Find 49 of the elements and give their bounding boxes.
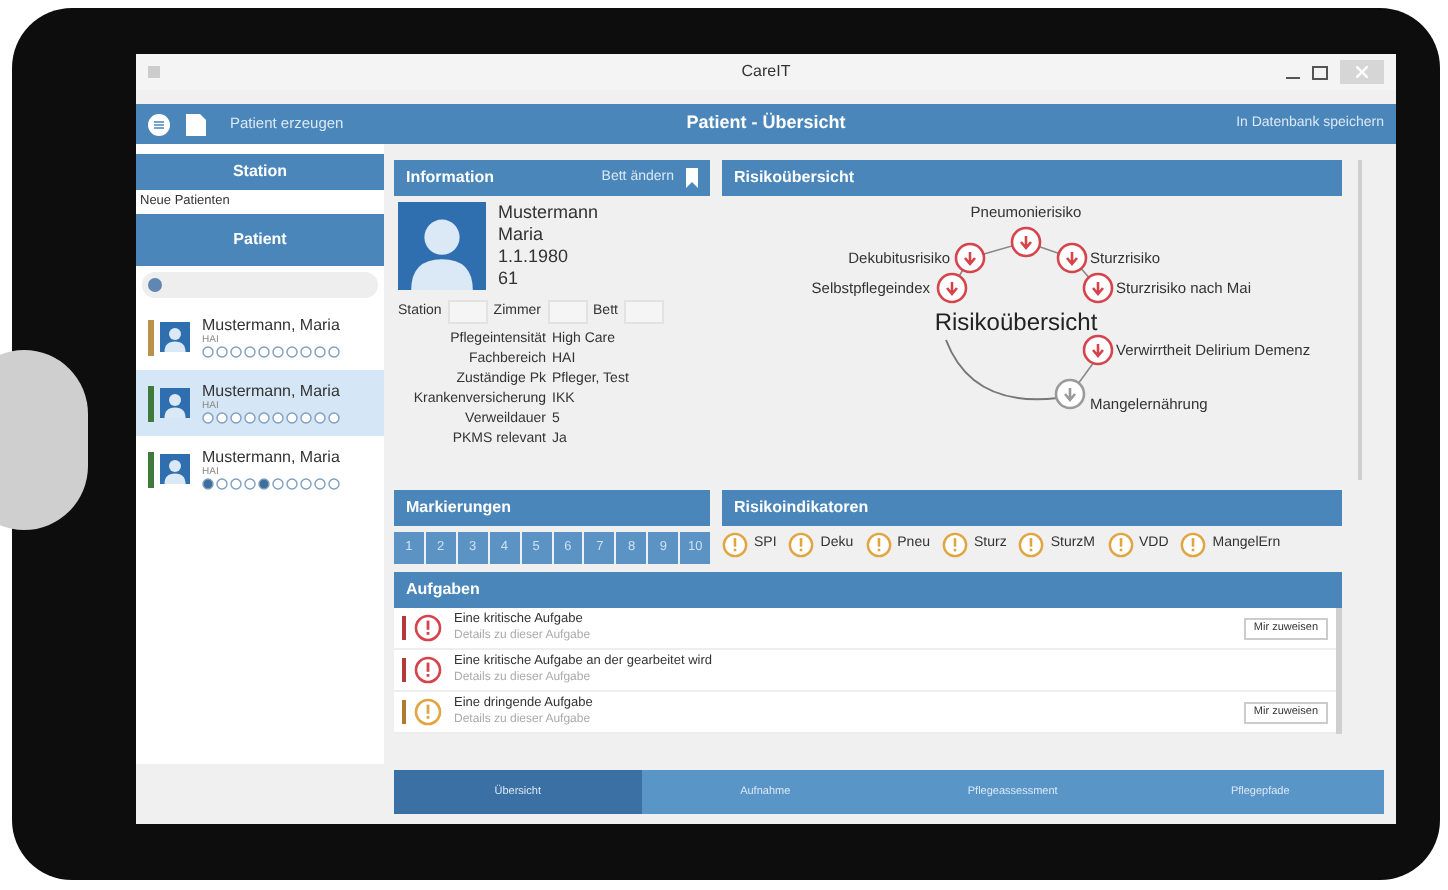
risk-node-icon[interactable] [1082, 334, 1114, 366]
search-icon [148, 278, 162, 292]
patient-detail: 61 [498, 268, 521, 290]
patient-header: Patient [136, 214, 384, 266]
panel-header: Aufgaben [394, 572, 1342, 608]
bookmark-icon[interactable] [686, 168, 698, 188]
alert-icon [722, 532, 748, 558]
alert-icon [414, 698, 442, 726]
scrollbar[interactable] [1336, 608, 1342, 734]
diagram-title: Risikoübersicht [934, 306, 1098, 340]
arc-line [945, 339, 1059, 401]
alert-icon [414, 614, 442, 642]
risk-node-icon[interactable] [1082, 272, 1114, 304]
page-title: Patient - Übersicht [686, 110, 846, 137]
maximize-icon[interactable] [1312, 65, 1328, 79]
window-title: CareIT [741, 60, 791, 84]
alert-icon [1018, 532, 1045, 558]
patient-name: Mustermann, Maria [202, 316, 340, 334]
scrollbar[interactable] [1358, 160, 1362, 480]
avatar-icon [398, 202, 486, 290]
risk-node-icon[interactable] [954, 242, 986, 274]
search-field[interactable] [142, 272, 378, 298]
panel-header: Risikoübersicht [722, 160, 1342, 196]
alert-icon [414, 656, 442, 684]
panel-header: Risikoindikatoren [722, 490, 1342, 526]
panel-header: Markierungen [394, 490, 710, 526]
alert-icon [788, 532, 815, 558]
risk-node-icon[interactable] [1054, 378, 1086, 410]
patient-name: Mustermann, Maria [202, 382, 340, 400]
avatar-icon [160, 388, 190, 418]
patient-name: Mustermann, Maria [202, 448, 340, 466]
panel-title: Information [406, 166, 494, 190]
risk-node-icon[interactable] [936, 272, 968, 304]
app-icon [148, 66, 160, 78]
station-header: Station [136, 154, 384, 190]
alert-icon [1107, 532, 1134, 558]
patient-detail: 1.1.1980 [498, 246, 571, 268]
risk-node-icon[interactable] [1056, 242, 1088, 274]
alert-icon [1180, 532, 1207, 558]
connector-line [1077, 361, 1095, 385]
alert-icon [865, 532, 892, 558]
patient-detail: Maria [498, 224, 546, 246]
patient-detail: Mustermann [498, 202, 599, 224]
avatar-icon [160, 454, 190, 484]
document-icon[interactable] [186, 113, 206, 135]
avatar-icon [160, 322, 190, 352]
alert-icon [942, 532, 968, 558]
risk-node-icon[interactable] [1010, 226, 1042, 258]
menu-icon[interactable] [148, 113, 170, 135]
